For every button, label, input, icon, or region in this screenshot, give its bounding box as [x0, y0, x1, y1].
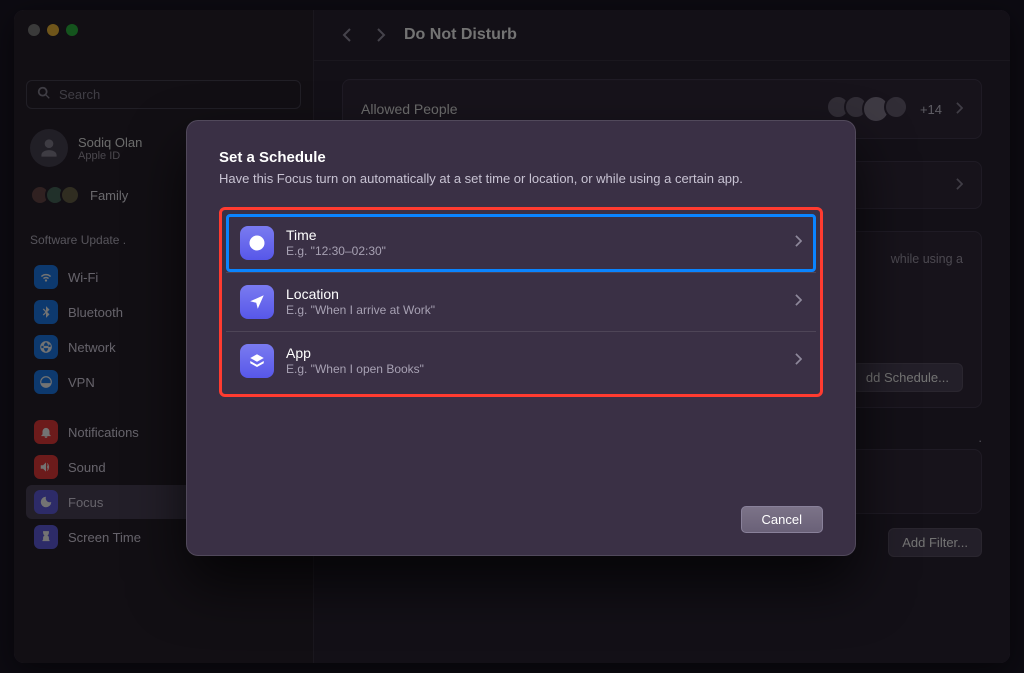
sidebar-item-label: Bluetooth [68, 305, 123, 320]
sidebar-item-label: Notifications [68, 425, 139, 440]
app-stack-icon [240, 344, 274, 378]
allowed-people-title: Allowed People [361, 101, 458, 117]
sidebar-item-label: Network [68, 340, 116, 355]
option-example: E.g. "When I arrive at Work" [286, 303, 435, 317]
cancel-button[interactable]: Cancel [741, 506, 823, 533]
window-controls [28, 24, 78, 36]
allowed-people-extra-count: +14 [920, 102, 942, 117]
set-schedule-modal: Set a Schedule Have this Focus turn on a… [186, 120, 856, 556]
option-title: App [286, 345, 424, 361]
fullscreen-window-button[interactable] [66, 24, 78, 36]
screen-time-icon [34, 525, 58, 549]
notifications-icon [34, 420, 58, 444]
vpn-icon [34, 370, 58, 394]
search-field[interactable]: Search [26, 80, 301, 109]
option-example: E.g. "When I open Books" [286, 362, 424, 376]
add-filter-button[interactable]: Add Filter... [888, 528, 982, 557]
sidebar-item-label: Sound [68, 460, 106, 475]
sidebar-item-label: Screen Time [68, 530, 141, 545]
option-title: Location [286, 286, 435, 302]
chevron-right-icon [956, 102, 963, 117]
network-icon [34, 335, 58, 359]
back-button[interactable] [336, 24, 358, 46]
chevron-right-icon [956, 178, 963, 193]
account-name: Sodiq Olan [78, 135, 142, 150]
focus-icon [34, 490, 58, 514]
option-title: Time [286, 227, 386, 243]
option-example: E.g. "12:30–02:30" [286, 244, 386, 258]
account-subtitle: Apple ID [78, 150, 142, 162]
search-placeholder: Search [59, 87, 100, 102]
modal-title: Set a Schedule [219, 149, 823, 166]
sound-icon [34, 455, 58, 479]
modal-description: Have this Focus turn on automatically at… [219, 170, 823, 189]
family-avatars [30, 185, 80, 205]
search-icon [37, 86, 51, 103]
family-label: Family [90, 188, 128, 203]
add-schedule-button[interactable]: dd Schedule... [852, 363, 963, 392]
schedule-option-list: TimeE.g. "12:30–02:30"LocationE.g. "When… [219, 207, 823, 397]
chevron-right-icon [795, 234, 802, 252]
sidebar-item-label: VPN [68, 375, 95, 390]
page-title: Do Not Disturb [404, 26, 517, 44]
location-arrow-icon [240, 285, 274, 319]
allowed-people-avatars [826, 95, 908, 123]
schedule-option-app[interactable]: AppE.g. "When I open Books" [226, 331, 816, 390]
avatar [30, 129, 68, 167]
schedule-option-location[interactable]: LocationE.g. "When I arrive at Work" [226, 272, 816, 331]
sidebar-item-label: Wi-Fi [68, 270, 98, 285]
main-header: Do Not Disturb [314, 10, 1010, 61]
minimize-window-button[interactable] [47, 24, 59, 36]
clock-icon [240, 226, 274, 260]
sidebar-item-label: Focus [68, 495, 103, 510]
wi-fi-icon [34, 265, 58, 289]
chevron-right-icon [795, 352, 802, 370]
chevron-right-icon [795, 293, 802, 311]
forward-button[interactable] [370, 24, 392, 46]
bluetooth-icon [34, 300, 58, 324]
schedule-option-time[interactable]: TimeE.g. "12:30–02:30" [226, 214, 816, 272]
close-window-button[interactable] [28, 24, 40, 36]
